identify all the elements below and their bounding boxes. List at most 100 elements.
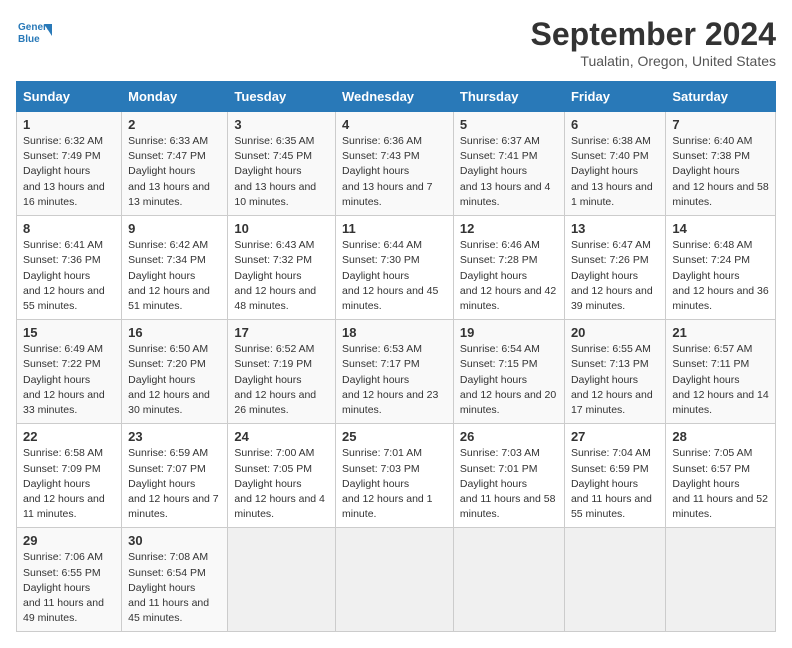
day-info: Sunrise: 6:53 AM Sunset: 7:17 PM Dayligh…: [342, 342, 447, 418]
day-cell: [666, 528, 776, 632]
day-number: 11: [342, 221, 447, 236]
day-number: 25: [342, 429, 447, 444]
day-cell: 14 Sunrise: 6:48 AM Sunset: 7:24 PM Dayl…: [666, 216, 776, 320]
day-cell: 9 Sunrise: 6:42 AM Sunset: 7:34 PM Dayli…: [122, 216, 228, 320]
day-cell: 4 Sunrise: 6:36 AM Sunset: 7:43 PM Dayli…: [336, 112, 454, 216]
day-info: Sunrise: 6:46 AM Sunset: 7:28 PM Dayligh…: [460, 238, 558, 314]
day-cell: 28 Sunrise: 7:05 AM Sunset: 6:57 PM Dayl…: [666, 424, 776, 528]
day-info: Sunrise: 6:36 AM Sunset: 7:43 PM Dayligh…: [342, 134, 447, 210]
day-number: 4: [342, 117, 447, 132]
day-cell: 6 Sunrise: 6:38 AM Sunset: 7:40 PM Dayli…: [564, 112, 665, 216]
day-cell: 17 Sunrise: 6:52 AM Sunset: 7:19 PM Dayl…: [228, 320, 336, 424]
day-info: Sunrise: 6:50 AM Sunset: 7:20 PM Dayligh…: [128, 342, 221, 418]
day-cell: 1 Sunrise: 6:32 AM Sunset: 7:49 PM Dayli…: [17, 112, 122, 216]
day-number: 5: [460, 117, 558, 132]
day-cell: [453, 528, 564, 632]
day-info: Sunrise: 7:06 AM Sunset: 6:55 PM Dayligh…: [23, 550, 115, 626]
col-header-monday: Monday: [122, 82, 228, 112]
day-cell: 27 Sunrise: 7:04 AM Sunset: 6:59 PM Dayl…: [564, 424, 665, 528]
day-cell: 21 Sunrise: 6:57 AM Sunset: 7:11 PM Dayl…: [666, 320, 776, 424]
day-info: Sunrise: 6:41 AM Sunset: 7:36 PM Dayligh…: [23, 238, 115, 314]
calendar-table: SundayMondayTuesdayWednesdayThursdayFrid…: [16, 81, 776, 632]
day-number: 9: [128, 221, 221, 236]
day-number: 15: [23, 325, 115, 340]
day-info: Sunrise: 6:47 AM Sunset: 7:26 PM Dayligh…: [571, 238, 659, 314]
day-cell: 29 Sunrise: 7:06 AM Sunset: 6:55 PM Dayl…: [17, 528, 122, 632]
svg-text:Blue: Blue: [18, 34, 40, 45]
day-number: 10: [234, 221, 329, 236]
day-info: Sunrise: 6:49 AM Sunset: 7:22 PM Dayligh…: [23, 342, 115, 418]
day-cell: 20 Sunrise: 6:55 AM Sunset: 7:13 PM Dayl…: [564, 320, 665, 424]
week-row-5: 29 Sunrise: 7:06 AM Sunset: 6:55 PM Dayl…: [17, 528, 776, 632]
week-row-3: 15 Sunrise: 6:49 AM Sunset: 7:22 PM Dayl…: [17, 320, 776, 424]
day-number: 19: [460, 325, 558, 340]
day-cell: 30 Sunrise: 7:08 AM Sunset: 6:54 PM Dayl…: [122, 528, 228, 632]
day-info: Sunrise: 6:43 AM Sunset: 7:32 PM Dayligh…: [234, 238, 329, 314]
day-number: 16: [128, 325, 221, 340]
day-number: 20: [571, 325, 659, 340]
day-cell: 16 Sunrise: 6:50 AM Sunset: 7:20 PM Dayl…: [122, 320, 228, 424]
day-number: 8: [23, 221, 115, 236]
day-info: Sunrise: 6:33 AM Sunset: 7:47 PM Dayligh…: [128, 134, 221, 210]
day-number: 18: [342, 325, 447, 340]
day-cell: 26 Sunrise: 7:03 AM Sunset: 7:01 PM Dayl…: [453, 424, 564, 528]
month-title: September 2024: [531, 16, 776, 53]
day-number: 27: [571, 429, 659, 444]
day-info: Sunrise: 6:42 AM Sunset: 7:34 PM Dayligh…: [128, 238, 221, 314]
day-info: Sunrise: 6:38 AM Sunset: 7:40 PM Dayligh…: [571, 134, 659, 210]
day-cell: 3 Sunrise: 6:35 AM Sunset: 7:45 PM Dayli…: [228, 112, 336, 216]
day-info: Sunrise: 6:40 AM Sunset: 7:38 PM Dayligh…: [672, 134, 769, 210]
day-cell: 25 Sunrise: 7:01 AM Sunset: 7:03 PM Dayl…: [336, 424, 454, 528]
week-row-2: 8 Sunrise: 6:41 AM Sunset: 7:36 PM Dayli…: [17, 216, 776, 320]
day-cell: 22 Sunrise: 6:58 AM Sunset: 7:09 PM Dayl…: [17, 424, 122, 528]
day-info: Sunrise: 6:55 AM Sunset: 7:13 PM Dayligh…: [571, 342, 659, 418]
day-number: 30: [128, 533, 221, 548]
day-cell: 11 Sunrise: 6:44 AM Sunset: 7:30 PM Dayl…: [336, 216, 454, 320]
day-info: Sunrise: 7:01 AM Sunset: 7:03 PM Dayligh…: [342, 446, 447, 522]
day-info: Sunrise: 6:59 AM Sunset: 7:07 PM Dayligh…: [128, 446, 221, 522]
day-number: 22: [23, 429, 115, 444]
day-number: 17: [234, 325, 329, 340]
day-info: Sunrise: 6:52 AM Sunset: 7:19 PM Dayligh…: [234, 342, 329, 418]
day-info: Sunrise: 7:08 AM Sunset: 6:54 PM Dayligh…: [128, 550, 221, 626]
logo-icon: General Blue: [16, 16, 52, 52]
day-number: 29: [23, 533, 115, 548]
day-number: 14: [672, 221, 769, 236]
day-number: 7: [672, 117, 769, 132]
col-header-wednesday: Wednesday: [336, 82, 454, 112]
day-info: Sunrise: 7:03 AM Sunset: 7:01 PM Dayligh…: [460, 446, 558, 522]
day-number: 21: [672, 325, 769, 340]
day-number: 2: [128, 117, 221, 132]
day-number: 24: [234, 429, 329, 444]
col-header-saturday: Saturday: [666, 82, 776, 112]
header: General Blue September 2024 Tualatin, Or…: [16, 16, 776, 69]
location-title: Tualatin, Oregon, United States: [531, 53, 776, 69]
day-info: Sunrise: 6:57 AM Sunset: 7:11 PM Dayligh…: [672, 342, 769, 418]
day-cell: 15 Sunrise: 6:49 AM Sunset: 7:22 PM Dayl…: [17, 320, 122, 424]
day-cell: 12 Sunrise: 6:46 AM Sunset: 7:28 PM Dayl…: [453, 216, 564, 320]
col-header-friday: Friday: [564, 82, 665, 112]
day-cell: 2 Sunrise: 6:33 AM Sunset: 7:47 PM Dayli…: [122, 112, 228, 216]
week-row-4: 22 Sunrise: 6:58 AM Sunset: 7:09 PM Dayl…: [17, 424, 776, 528]
day-cell: 5 Sunrise: 6:37 AM Sunset: 7:41 PM Dayli…: [453, 112, 564, 216]
logo: General Blue: [16, 16, 52, 52]
day-cell: [336, 528, 454, 632]
col-header-sunday: Sunday: [17, 82, 122, 112]
day-cell: 19 Sunrise: 6:54 AM Sunset: 7:15 PM Dayl…: [453, 320, 564, 424]
day-info: Sunrise: 6:35 AM Sunset: 7:45 PM Dayligh…: [234, 134, 329, 210]
day-cell: 8 Sunrise: 6:41 AM Sunset: 7:36 PM Dayli…: [17, 216, 122, 320]
week-row-1: 1 Sunrise: 6:32 AM Sunset: 7:49 PM Dayli…: [17, 112, 776, 216]
day-cell: [228, 528, 336, 632]
day-info: Sunrise: 6:48 AM Sunset: 7:24 PM Dayligh…: [672, 238, 769, 314]
day-number: 13: [571, 221, 659, 236]
day-cell: 18 Sunrise: 6:53 AM Sunset: 7:17 PM Dayl…: [336, 320, 454, 424]
day-number: 6: [571, 117, 659, 132]
title-area: September 2024 Tualatin, Oregon, United …: [531, 16, 776, 69]
day-info: Sunrise: 6:58 AM Sunset: 7:09 PM Dayligh…: [23, 446, 115, 522]
day-info: Sunrise: 6:37 AM Sunset: 7:41 PM Dayligh…: [460, 134, 558, 210]
day-info: Sunrise: 7:04 AM Sunset: 6:59 PM Dayligh…: [571, 446, 659, 522]
col-header-thursday: Thursday: [453, 82, 564, 112]
day-number: 26: [460, 429, 558, 444]
day-info: Sunrise: 6:32 AM Sunset: 7:49 PM Dayligh…: [23, 134, 115, 210]
day-info: Sunrise: 7:00 AM Sunset: 7:05 PM Dayligh…: [234, 446, 329, 522]
